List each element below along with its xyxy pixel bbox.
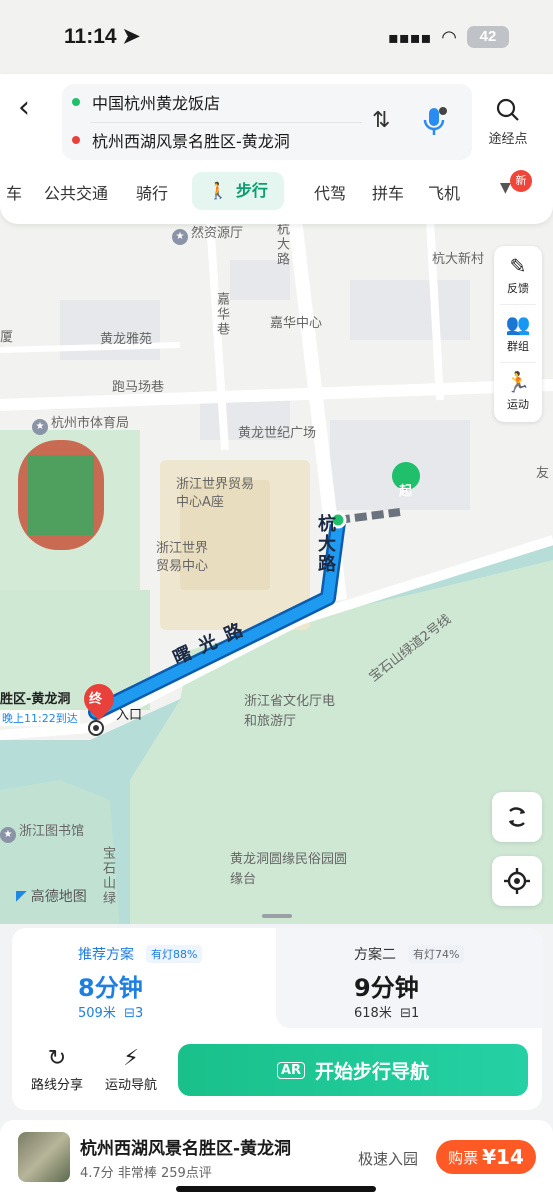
sport-nav-button[interactable]: ⚡ 运动导航 xyxy=(96,1046,166,1093)
mode-chauffeur[interactable]: 代驾 xyxy=(314,180,346,204)
entrance-label: 入口 xyxy=(116,708,143,723)
plan-meta: 618米 ⊟1 xyxy=(354,1006,420,1021)
arrival-time: 晚上11:22到达 xyxy=(0,710,80,726)
mode-walk[interactable]: 🚶 步行 xyxy=(192,172,284,210)
pencil-icon: ✎ xyxy=(509,254,527,278)
plan-meta: 509米 ⊟3 xyxy=(78,1006,144,1021)
group-button[interactable]: 👥 群组 xyxy=(494,310,542,354)
swap-icon[interactable]: ⇅ xyxy=(372,108,390,133)
divider xyxy=(500,304,536,305)
mode-flight[interactable]: 飞机 xyxy=(428,180,460,204)
back-button[interactable]: ‹ xyxy=(18,93,46,124)
mode-bike[interactable]: 骑行 xyxy=(136,180,168,204)
locate-icon xyxy=(504,868,530,894)
locate-button[interactable] xyxy=(492,856,542,906)
amap-logo: ◤ 高德地图 xyxy=(16,888,87,905)
running-icon: 🏃 xyxy=(505,370,531,394)
status-bar: 11:14 ➤ ▪▪▪▪ ◠ 42 xyxy=(0,0,553,74)
origin-field[interactable]: 中国杭州黄龙饭店 xyxy=(72,88,220,116)
running-icon: ⚡ xyxy=(123,1046,139,1071)
mode-carpool[interactable]: 拼车 xyxy=(372,180,404,204)
feedback-button[interactable]: ✎ 反馈 xyxy=(494,252,542,296)
plans-card: 推荐方案 有灯88% 8分钟 509米 ⊟3 方案二 有灯74% 9分钟 618… xyxy=(12,928,542,1110)
walk-icon: 🚶 xyxy=(208,181,228,200)
destination-text: 杭州西湖风景名胜区-黄龙洞 xyxy=(92,132,290,151)
destination-dot-icon xyxy=(72,136,80,144)
route-share-button[interactable]: ↻ 路线分享 xyxy=(22,1046,92,1093)
group-icon: 👥 xyxy=(505,312,531,336)
ar-icon: AR xyxy=(276,1061,306,1079)
map-label: ★ 然资源厅 xyxy=(172,222,243,245)
buy-ticket-button[interactable]: 购票 ¥14 xyxy=(436,1140,536,1174)
battery-icon: 42 xyxy=(467,26,509,48)
map-label: ★ 杭州市体育局 xyxy=(32,412,129,435)
map-label: 浙江世界贸易中心 xyxy=(156,541,209,574)
home-indicator xyxy=(176,1186,376,1192)
wifi-icon: ◠ xyxy=(441,26,457,48)
map-label: ★ 浙江图书馆 xyxy=(0,820,84,843)
origin-text: 中国杭州黄龙饭店 xyxy=(92,94,221,113)
plan-time: 9分钟 xyxy=(354,974,419,1002)
waypoint-label: 途经点 xyxy=(488,132,528,147)
divider xyxy=(500,362,536,363)
map-label: 浙江省文化厅电和旅游厅 xyxy=(244,694,336,729)
map-label: 宝石山绿 xyxy=(100,846,115,906)
mode-transit[interactable]: 公共交通 xyxy=(44,180,108,204)
transport-modes: 车 公共交通 骑行 🚶 步行 代驾 拼车 飞机 ▼ 新 xyxy=(0,170,553,212)
refresh-button[interactable] xyxy=(492,792,542,842)
map-label: 杭大新村 xyxy=(432,252,485,267)
map-label: 嘉华巷 xyxy=(214,292,229,337)
destination-field[interactable]: 杭州西湖风景名胜区-黄龙洞 xyxy=(72,126,290,154)
map-label: 杭大路 xyxy=(274,222,289,267)
map-label: 黄龙雅苑 xyxy=(100,332,153,347)
plan-option-2[interactable]: 方案二 有灯74% 9分钟 618米 ⊟1 xyxy=(276,928,542,1028)
traffic-light-icon: ⊟ xyxy=(124,1006,135,1021)
road-label: 杭大路 xyxy=(315,514,336,574)
fast-entry-label: 极速入园 xyxy=(358,1150,419,1168)
end-marker: 终 xyxy=(89,692,103,707)
start-marker: 起 xyxy=(399,484,413,499)
divider xyxy=(90,122,362,123)
map-label: 浙江世界贸易中心A座 xyxy=(176,477,255,510)
amap-logo-icon: ◤ xyxy=(16,888,27,904)
destination-label: 胜区-黄龙洞 xyxy=(0,692,71,707)
map-label: 跑马场巷 xyxy=(112,380,165,395)
plan-option-1[interactable]: 推荐方案 有灯88% 8分钟 509米 ⊟3 xyxy=(12,928,276,1028)
poi-meta: 4.7分 非常棒 259点评 xyxy=(80,1166,212,1181)
sheet-drag-handle[interactable] xyxy=(262,914,292,918)
plan-lights-tag: 有灯88% xyxy=(146,945,203,963)
plan-title: 推荐方案 xyxy=(78,947,134,963)
new-badge: 新 xyxy=(510,170,532,192)
poi-name: 杭州西湖风景名胜区-黄龙洞 xyxy=(80,1139,292,1159)
origin-dot-icon xyxy=(72,98,80,106)
route-header: ‹ 中国杭州黄龙饭店 杭州西湖风景名胜区-黄龙洞 ⇅ 途经点 车 公共交通 骑行… xyxy=(0,74,553,224)
search-icon xyxy=(496,98,519,121)
share-icon: ↻ xyxy=(47,1046,67,1071)
mode-car[interactable]: 车 xyxy=(6,180,22,204)
signal-icon: ▪▪▪▪ xyxy=(387,27,432,47)
refresh-icon xyxy=(508,807,526,827)
map-label: 厦 xyxy=(0,330,14,345)
map-label: 友 xyxy=(536,466,550,481)
map-label: 黄龙世纪广场 xyxy=(238,426,317,441)
poi-thumbnail xyxy=(18,1132,70,1182)
waypoint-button[interactable]: 途经点 xyxy=(481,98,535,147)
sport-button[interactable]: 🏃 运动 xyxy=(494,368,542,412)
map-label: 黄龙洞圆缘民俗园圆缘台 xyxy=(230,852,348,887)
status-time: 11:14 ➤ xyxy=(64,25,140,48)
voice-icon[interactable] xyxy=(422,106,448,142)
map-label: 嘉华中心 xyxy=(270,316,323,331)
plan-lights-tag: 有灯74% xyxy=(408,945,465,963)
plan-title: 方案二 xyxy=(354,947,396,963)
bottom-sheet: 推荐方案 有灯88% 8分钟 509米 ⊟3 方案二 有灯74% 9分钟 618… xyxy=(0,924,553,1200)
plan-time: 8分钟 xyxy=(78,974,143,1002)
map-tools: ✎ 反馈 👥 群组 🏃 运动 xyxy=(494,246,542,422)
start-walk-nav-button[interactable]: AR 开始步行导航 xyxy=(178,1044,528,1096)
traffic-light-icon: ⊟ xyxy=(400,1006,411,1021)
route-box: 中国杭州黄龙饭店 杭州西湖风景名胜区-黄龙洞 ⇅ xyxy=(62,84,472,160)
